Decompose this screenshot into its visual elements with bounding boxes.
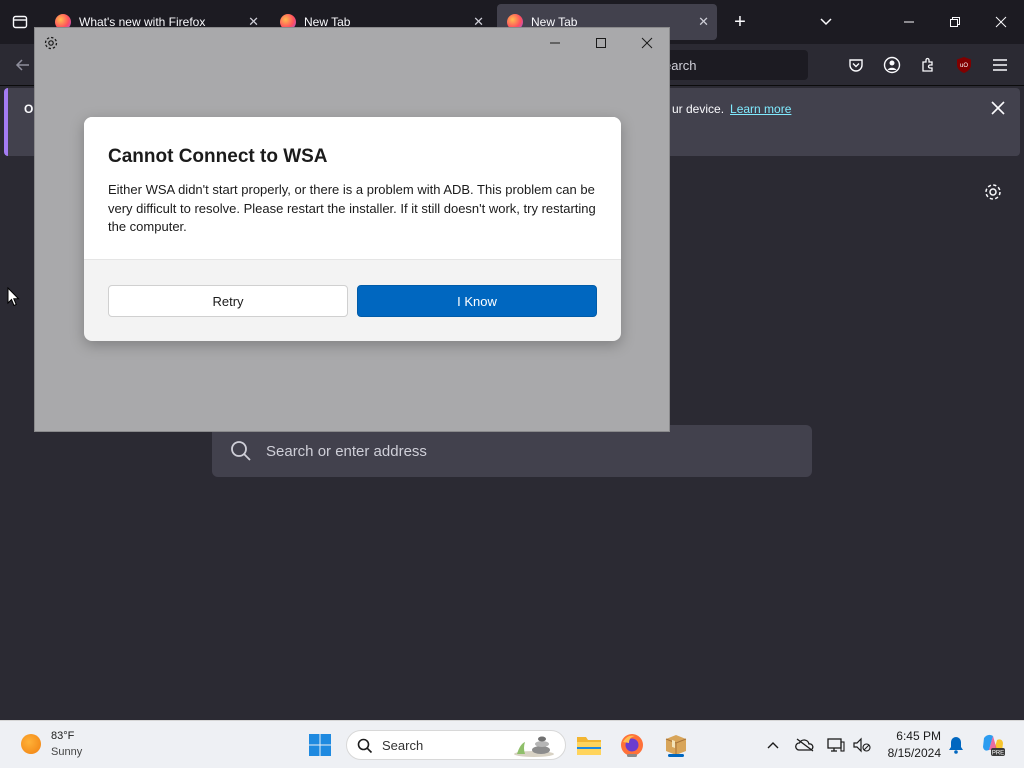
new-tab-plus-icon[interactable]: + xyxy=(726,8,754,36)
restore-icon[interactable] xyxy=(940,8,970,36)
minimize-icon[interactable] xyxy=(894,8,924,36)
newtab-settings-gear-icon[interactable] xyxy=(982,181,1004,203)
notification-close-icon[interactable] xyxy=(988,98,1008,118)
search-highlight-stones-icon xyxy=(514,736,554,757)
taskbar-search-label: Search xyxy=(382,737,424,753)
mouse-cursor-icon xyxy=(7,286,20,312)
onedrive-offline-icon[interactable] xyxy=(795,735,815,755)
active-window-indicator xyxy=(668,754,684,757)
tab-close-icon[interactable]: ✕ xyxy=(698,14,709,30)
clock-time[interactable]: 6:45 PM xyxy=(884,729,941,743)
clock-date[interactable]: 8/15/2024 xyxy=(884,746,941,760)
pocket-icon[interactable] xyxy=(845,54,867,76)
taskbar: 83°F Sunny Search 6:45 PM 8/15/2024 PRE xyxy=(0,720,1024,768)
sun-weather-icon[interactable] xyxy=(21,734,41,754)
list-tabs-chevron-icon[interactable] xyxy=(812,8,840,36)
search-icon xyxy=(357,738,373,757)
i-know-button[interactable]: I Know xyxy=(357,285,597,317)
ublock-origin-icon[interactable]: uO xyxy=(953,54,975,76)
copilot-pre-icon[interactable]: PRE xyxy=(980,732,1006,758)
taskbar-search-box[interactable]: Search xyxy=(346,730,566,760)
notification-bell-icon[interactable] xyxy=(946,735,966,755)
retry-button[interactable]: Retry xyxy=(108,285,348,317)
wsa-maximize-icon[interactable] xyxy=(581,30,621,56)
svg-text:uO: uO xyxy=(960,63,968,69)
error-dialog: Cannot Connect to WSA Either WSA didn't … xyxy=(84,117,621,341)
running-indicator xyxy=(627,754,637,757)
back-arrow-icon[interactable] xyxy=(12,54,34,76)
svg-text:PRE: PRE xyxy=(992,751,1004,757)
learn-more-link[interactable]: Learn more xyxy=(730,102,791,116)
menu-hamburger-icon[interactable] xyxy=(989,54,1011,76)
account-icon[interactable] xyxy=(881,54,903,76)
notification-message: ur device. xyxy=(672,102,725,116)
volume-muted-icon[interactable] xyxy=(852,735,872,755)
weather-temperature[interactable]: 83°F xyxy=(51,730,74,742)
extensions-icon[interactable] xyxy=(917,54,939,76)
close-window-icon[interactable] xyxy=(986,8,1016,36)
newtab-search-input[interactable]: Search or enter address xyxy=(212,425,812,477)
weather-condition[interactable]: Sunny xyxy=(51,746,82,758)
wsa-installer-icon[interactable] xyxy=(662,731,690,759)
file-explorer-icon[interactable] xyxy=(575,731,603,759)
windows-start-icon[interactable] xyxy=(306,731,334,759)
firefox-icon[interactable] xyxy=(618,731,646,759)
dialog-content: Cannot Connect to WSA Either WSA didn't … xyxy=(84,117,621,260)
dialog-title: Cannot Connect to WSA xyxy=(108,146,328,167)
notification-text: ur device. Learn more xyxy=(672,102,791,116)
newtab-search-placeholder: Search or enter address xyxy=(266,442,427,460)
wsa-minimize-icon[interactable] xyxy=(535,30,575,56)
wsa-close-icon[interactable] xyxy=(627,30,667,56)
network-icon[interactable] xyxy=(826,735,846,755)
search-icon xyxy=(230,440,252,466)
dialog-message: Either WSA didn't start properly, or the… xyxy=(108,182,596,234)
wsa-title-bar[interactable] xyxy=(35,28,669,58)
show-hidden-icons-chevron-icon[interactable] xyxy=(763,735,783,755)
firefox-view-icon[interactable] xyxy=(6,8,34,36)
wsa-settings-gear-icon[interactable] xyxy=(43,35,59,51)
